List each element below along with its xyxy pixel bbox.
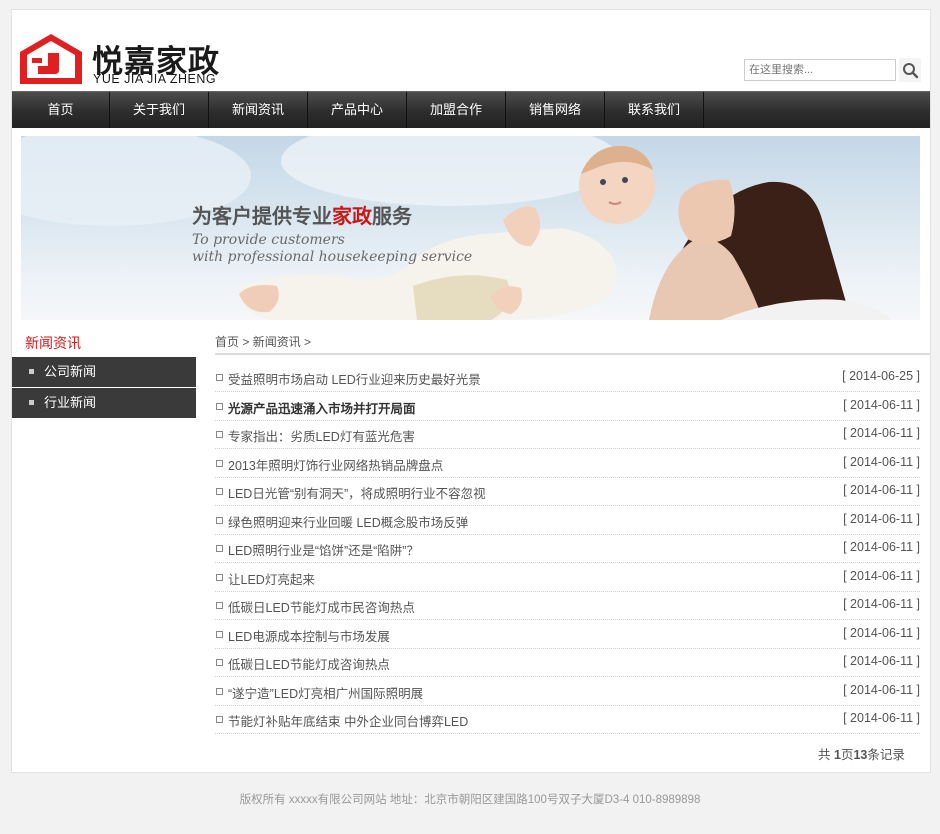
news-title[interactable]: “遂宁造”LED灯亮相广州国际照明展 — [228, 683, 423, 702]
list-bullet-icon — [216, 403, 223, 410]
list-bullet-icon — [216, 488, 223, 495]
news-title[interactable]: LED电源成本控制与市场发展 — [228, 626, 390, 645]
breadcrumb-separator: > — [239, 335, 253, 349]
news-item: 受益照明市场启动 LED行业迎来历史最好光景 [ 2014-06-25 ] — [215, 363, 920, 392]
logo-icon — [20, 34, 82, 84]
news-title[interactable]: 节能灯补贴年底结束 中外企业同台博弈LED — [228, 711, 468, 730]
news-date: [ 2014-06-11 ] — [843, 711, 920, 725]
list-bullet-icon — [216, 374, 223, 381]
nav-sales-network[interactable]: 销售网络 — [506, 92, 605, 128]
page-container: 悦嘉家政 YUE JIA JIA ZHENG 首页 关于我们 新闻资讯 产品中心… — [11, 9, 931, 773]
breadcrumb-section[interactable]: 新闻资讯 — [253, 335, 301, 349]
sidebar-item-label: 公司新闻 — [44, 364, 97, 379]
list-bullet-icon — [216, 716, 223, 723]
news-title[interactable]: 绿色照明迎来行业回暖 LED概念股市场反弹 — [228, 512, 468, 531]
list-bullet-icon — [216, 517, 223, 524]
list-bullet-icon — [216, 460, 223, 467]
search-button[interactable] — [899, 58, 921, 82]
sidebar-title: 新闻资讯 — [25, 335, 81, 351]
news-title[interactable]: LED日光管“别有洞天”，将成照明行业不容忽视 — [228, 483, 486, 502]
sidebar-item-label: 行业新闻 — [44, 395, 97, 410]
nav-contact[interactable]: 联系我们 — [605, 92, 704, 128]
banner-photo — [21, 136, 891, 320]
list-bullet-icon — [216, 574, 223, 581]
news-date: [ 2014-06-11 ] — [843, 426, 920, 440]
list-bullet-icon — [216, 602, 223, 609]
news-date: [ 2014-06-11 ] — [843, 654, 920, 668]
banner-subtitle-line1: To provide customers — [192, 232, 345, 248]
nav-home[interactable]: 首页 — [12, 92, 110, 128]
bullet-icon — [29, 369, 34, 374]
news-title[interactable]: 专家指出：劣质LED灯有蓝光危害 — [228, 426, 415, 445]
news-title[interactable]: 让LED灯亮起来 — [228, 569, 315, 588]
news-date: [ 2014-06-11 ] — [843, 597, 920, 611]
breadcrumb: 首页 > 新闻资讯 > — [215, 333, 311, 350]
list-bullet-icon — [216, 631, 223, 638]
news-item: “遂宁造”LED灯亮相广州国际照明展 [ 2014-06-11 ] — [215, 677, 920, 706]
news-date: [ 2014-06-11 ] — [843, 455, 920, 469]
news-item: 专家指出：劣质LED灯有蓝光危害 [ 2014-06-11 ] — [215, 420, 920, 449]
news-title[interactable]: 2013年照明灯饰行业网络热销品牌盘点 — [228, 455, 443, 474]
nav-products[interactable]: 产品中心 — [308, 92, 407, 128]
news-date: [ 2014-06-11 ] — [843, 683, 920, 697]
list-bullet-icon — [216, 431, 223, 438]
main-nav: 首页 关于我们 新闻资讯 产品中心 加盟合作 销售网络 联系我们 — [12, 91, 930, 128]
hero-banner: 为客户提供专业家政服务 To provide customers with pr… — [21, 136, 920, 320]
nav-about[interactable]: 关于我们 — [110, 92, 209, 128]
news-date: [ 2014-06-11 ] — [843, 512, 920, 526]
nav-franchise[interactable]: 加盟合作 — [407, 92, 506, 128]
news-item: LED日光管“别有洞天”，将成照明行业不容忽视 [ 2014-06-11 ] — [215, 477, 920, 506]
news-date: [ 2014-06-25 ] — [842, 369, 920, 383]
breadcrumb-separator: > — [300, 335, 312, 349]
news-item: LED电源成本控制与市场发展 [ 2014-06-11 ] — [215, 620, 920, 649]
news-title[interactable]: 光源产品迅速涌入市场并打开局面 — [228, 398, 416, 417]
banner-title: 为客户提供专业家政服务 — [192, 204, 412, 228]
news-item: 节能灯补贴年底结束 中外企业同台博弈LED [ 2014-06-11 ] — [215, 705, 920, 734]
list-bullet-icon — [216, 688, 223, 695]
news-item: 低碳日LED节能灯成市民咨询热点 [ 2014-06-11 ] — [215, 591, 920, 620]
news-date: [ 2014-06-11 ] — [843, 398, 920, 412]
news-item: 2013年照明灯饰行业网络热销品牌盘点 [ 2014-06-11 ] — [215, 449, 920, 478]
sidebar-item-industry-news[interactable]: 行业新闻 — [12, 388, 196, 418]
footer-copyright: 版权所有 xxxxx有限公司网站 地址：北京市朝阳区建国路100号双子大厦D3-… — [239, 794, 701, 806]
news-title[interactable]: LED照明行业是“馅饼”还是“陷阱”？ — [228, 540, 419, 559]
news-item: 绿色照明迎来行业回暖 LED概念股市场反弹 [ 2014-06-11 ] — [215, 506, 920, 535]
news-date: [ 2014-06-11 ] — [843, 540, 920, 554]
news-title[interactable]: 受益照明市场启动 LED行业迎来历史最好光景 — [228, 369, 481, 388]
news-item: 让LED灯亮起来 [ 2014-06-11 ] — [215, 563, 920, 592]
news-date: [ 2014-06-11 ] — [843, 626, 920, 640]
bullet-icon — [29, 400, 34, 405]
news-item: 光源产品迅速涌入市场并打开局面 [ 2014-06-11 ] — [215, 392, 920, 421]
list-bullet-icon — [216, 659, 223, 666]
news-title[interactable]: 低碳日LED节能灯成市民咨询热点 — [228, 597, 415, 616]
news-item: 低碳日LED节能灯成咨询热点 [ 2014-06-11 ] — [215, 648, 920, 677]
news-title[interactable]: 低碳日LED节能灯成咨询热点 — [228, 654, 390, 673]
brand-name-en: YUE JIA JIA ZHENG — [93, 72, 217, 86]
news-item: LED照明行业是“馅饼”还是“陷阱”？ [ 2014-06-11 ] — [215, 534, 920, 563]
list-bullet-icon — [216, 545, 223, 552]
news-date: [ 2014-06-11 ] — [843, 569, 920, 583]
sidebar-item-company-news[interactable]: 公司新闻 — [12, 357, 196, 387]
divider — [215, 353, 930, 355]
banner-subtitle-line2: with professional housekeeping service — [192, 249, 473, 265]
search-input[interactable] — [744, 59, 896, 81]
news-date: [ 2014-06-11 ] — [843, 483, 920, 497]
pagination-summary: 共 1页13条记录 — [818, 748, 905, 762]
search-icon — [903, 63, 919, 79]
nav-news[interactable]: 新闻资讯 — [209, 92, 308, 128]
breadcrumb-home[interactable]: 首页 — [215, 335, 239, 349]
